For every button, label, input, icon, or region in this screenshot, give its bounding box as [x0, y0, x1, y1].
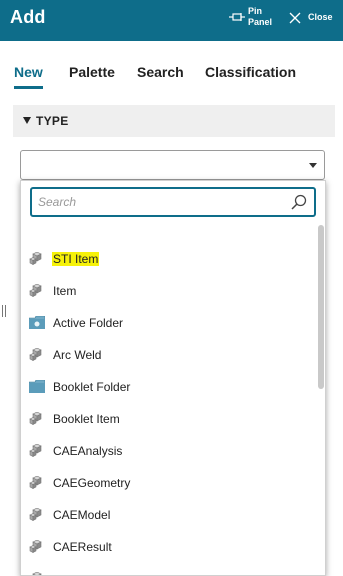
tab-bar: New Palette Search Classification [0, 56, 343, 92]
panel-header: Add Pin Panel Close [0, 0, 343, 41]
option-label: Booklet Item [53, 412, 120, 426]
close-button[interactable]: Close [289, 10, 339, 28]
option-label: CAEAnalysis [53, 444, 123, 458]
tab-search[interactable]: Search [137, 64, 184, 80]
type-dropdown-list: STI Item Item Active Folder [20, 180, 326, 576]
item-cube-icon [32, 572, 42, 575]
pin-panel-label: Pin Panel [248, 6, 273, 27]
folder-icon [29, 380, 45, 393]
item-cube-icon [29, 284, 42, 297]
search-icon[interactable] [291, 194, 307, 210]
active-folder-icon [29, 316, 45, 329]
option-label: CAEModel [53, 508, 111, 522]
option-caeresult[interactable]: CAEResult [21, 531, 317, 563]
option-label: Active Folder [53, 316, 124, 330]
item-cube-icon [29, 508, 42, 521]
option-caegeometry[interactable]: CAEGeometry [21, 467, 317, 499]
option-label: Booklet Folder [53, 380, 131, 394]
panel-resize-handle[interactable] [2, 305, 6, 317]
collapse-triangle-icon [23, 117, 31, 124]
type-section-label: TYPE [36, 114, 69, 128]
tab-classification[interactable]: Classification [205, 64, 296, 80]
panel-title: Add [10, 7, 46, 27]
search-input[interactable] [38, 193, 278, 211]
type-section-header[interactable]: TYPE [13, 105, 335, 137]
pin-panel-button[interactable]: Pin Panel [229, 5, 277, 35]
item-cube-icon [29, 252, 42, 265]
option-sti-item[interactable]: STI Item [21, 243, 317, 275]
dropdown-search-box [30, 187, 316, 217]
item-cube-icon [29, 348, 42, 361]
option-booklet-item[interactable]: Booklet Item [21, 403, 317, 435]
option-caeanalysis[interactable]: CAEAnalysis [21, 435, 317, 467]
item-cube-icon [29, 476, 42, 489]
tab-palette[interactable]: Palette [69, 64, 115, 80]
item-cube-icon [29, 412, 42, 425]
option-caemodel[interactable]: CAEModel [21, 499, 317, 531]
option-arc-weld[interactable]: Arc Weld [21, 339, 317, 371]
option-label: CAEResult [53, 540, 112, 554]
dropdown-arrow-icon [309, 163, 317, 168]
item-cube-icon [29, 540, 42, 553]
close-label: Close [308, 12, 333, 22]
option-label: STI Item [52, 252, 100, 266]
option-booklet-folder[interactable]: Booklet Folder [21, 371, 317, 403]
dropdown-scrollbar[interactable] [318, 225, 324, 389]
pin-icon [229, 13, 245, 21]
option-active-folder[interactable]: Active Folder [21, 307, 317, 339]
option-partial[interactable] [21, 563, 317, 575]
close-icon [289, 12, 301, 24]
option-item[interactable]: Item [21, 275, 317, 307]
tab-new[interactable]: New [14, 64, 43, 89]
option-label: CAEGeometry [53, 476, 131, 490]
option-label: Item [53, 284, 77, 298]
item-cube-icon [29, 444, 42, 457]
type-select[interactable] [20, 150, 325, 180]
option-label: Arc Weld [53, 348, 102, 362]
